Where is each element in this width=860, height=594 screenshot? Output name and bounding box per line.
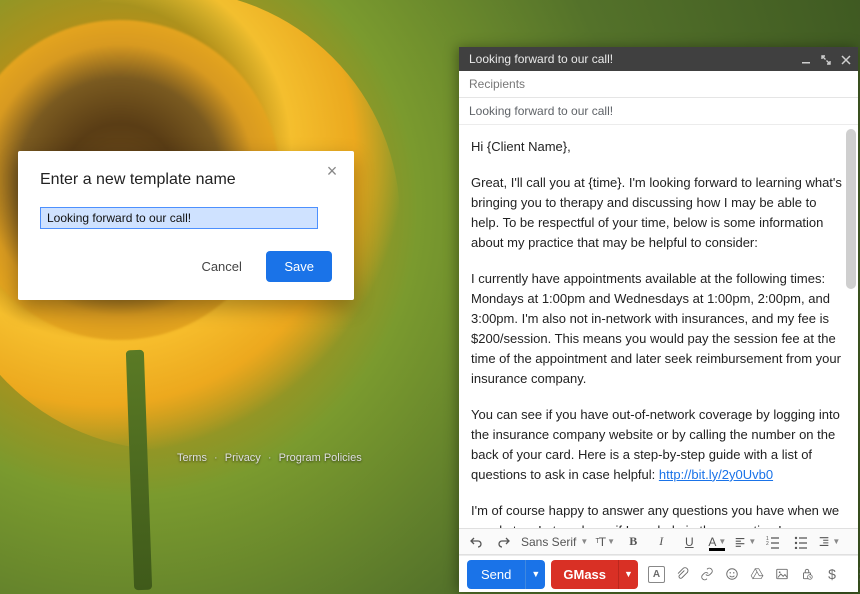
drive-icon[interactable] [749,566,765,582]
format-toolbar: Sans Serif▼ TT▼ B I U A▼ ▼ 12 ▼ [459,528,858,556]
bold-button[interactable]: B [622,531,644,553]
scrollbar-thumb[interactable] [846,129,856,289]
svg-text:2: 2 [766,541,769,547]
cancel-button[interactable]: Cancel [187,251,255,282]
chevron-down-icon: ▼ [748,537,756,546]
save-button[interactable]: Save [266,251,332,282]
dialog-close-button[interactable]: × [320,159,344,183]
undo-icon[interactable] [465,531,487,553]
body-paragraph: You can see if you have out-of-network c… [471,405,846,485]
gmass-button[interactable]: GMass [551,560,618,589]
body-paragraph: I'm of course happy to answer any questi… [471,501,846,528]
send-options-button[interactable]: ▼ [525,560,545,589]
underline-button[interactable]: U [678,531,700,553]
italic-button[interactable]: I [650,531,672,553]
close-icon[interactable] [840,54,852,66]
compose-action-bar: Send ▼ GMass ▼ A [459,555,858,592]
text-color-button[interactable]: A▼ [706,531,728,553]
insert-photo-icon[interactable] [774,566,790,582]
body-greeting: Hi {Client Name}, [471,137,846,157]
minimize-icon[interactable] [800,54,812,66]
redo-icon[interactable] [493,531,515,553]
compose-header[interactable]: Looking forward to our call! [459,47,858,71]
guide-link[interactable]: http://bit.ly/2y0Uvb0 [659,467,773,482]
chevron-down-icon: ▼ [607,537,615,546]
compose-title: Looking forward to our call! [469,52,613,66]
chevron-down-icon: ▼ [718,537,726,546]
indent-button[interactable]: ▼ [818,531,840,553]
numbered-list-button[interactable]: 12 [762,531,784,553]
footer-privacy-link[interactable]: Privacy [225,452,261,464]
footer-policies-link[interactable]: Program Policies [279,452,362,464]
footer-links: Terms · Privacy · Program Policies [175,452,364,464]
confidential-mode-icon[interactable] [799,566,815,582]
font-family-select[interactable]: Sans Serif▼ [521,535,588,549]
font-size-select[interactable]: TT▼ [594,531,616,553]
expand-icon[interactable] [820,54,832,66]
gmass-options-button[interactable]: ▼ [618,560,638,589]
template-name-dialog: × Enter a new template name Cancel Save [18,151,354,300]
money-icon[interactable]: $ [824,566,840,582]
attach-icon[interactable] [674,566,690,582]
recipients-field[interactable]: Recipients [459,71,858,98]
link-icon[interactable] [699,566,715,582]
body-paragraph: Great, I'll call you at {time}. I'm look… [471,173,846,253]
template-name-input[interactable] [40,207,318,229]
dialog-title: Enter a new template name [40,171,332,189]
emoji-icon[interactable] [724,566,740,582]
compose-window: Looking forward to our call! Recipients … [459,47,858,592]
send-button[interactable]: Send [467,560,525,589]
more-options-icon[interactable]: ⋮ [852,566,860,582]
text-format-icon[interactable]: A [648,566,665,583]
body-paragraph: I currently have appointments available … [471,269,846,389]
chevron-down-icon: ▼ [580,537,588,546]
compose-body[interactable]: Hi {Client Name}, Great, I'll call you a… [459,125,858,528]
bulleted-list-button[interactable] [790,531,812,553]
align-button[interactable]: ▼ [734,531,756,553]
chevron-down-icon: ▼ [832,537,840,546]
footer-terms-link[interactable]: Terms [177,452,207,464]
subject-field[interactable]: Looking forward to our call! [459,98,858,125]
